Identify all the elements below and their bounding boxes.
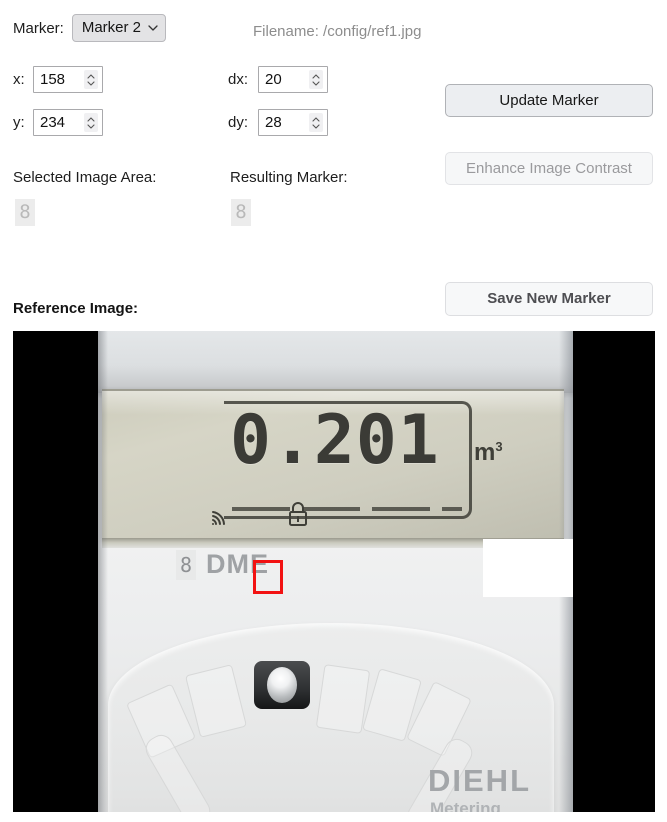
reference-image[interactable]: 0.201 m3 8 DME DIEHL Metering [13, 331, 655, 812]
x-input[interactable]: 158 [33, 66, 103, 93]
update-marker-button[interactable]: Update Marker [445, 84, 653, 117]
reference-image-label: Reference Image: [13, 300, 139, 317]
meter-unit-base: m [474, 439, 496, 466]
signal-icon [210, 509, 234, 527]
marker-selection-rectangle[interactable] [253, 560, 283, 594]
dx-label: dx: [228, 71, 249, 88]
dy-value: 28 [265, 114, 282, 131]
filename-text: Filename: /config/ref1.jpg [253, 23, 422, 40]
app-root: Marker: Marker 2 Filename: /config/ref1.… [0, 0, 667, 822]
chevron-down-icon [148, 23, 158, 32]
selected-image-area-label: Selected Image Area: [13, 169, 157, 186]
y-label: y: [13, 114, 25, 131]
enhance-image-contrast-button[interactable]: Enhance Image Contrast [445, 152, 653, 185]
dx-value: 20 [265, 71, 282, 88]
selected-image-area-digit: 8 [19, 201, 31, 223]
led-sensor-housing [254, 661, 310, 709]
y-value: 234 [40, 114, 66, 131]
meter-unit-exponent: 3 [495, 439, 503, 454]
dx-stepper[interactable] [309, 70, 323, 89]
marker-select-row: Marker: Marker 2 [13, 14, 167, 42]
marker-select[interactable]: Marker 2 [71, 14, 167, 42]
meter-housing-top [98, 331, 573, 393]
lock-icon [287, 501, 309, 527]
led-sensor [267, 667, 297, 703]
lcd-underline-segments [232, 507, 462, 511]
brand-name: DIEHL [428, 763, 531, 798]
resulting-marker-label: Resulting Marker: [230, 169, 348, 186]
y-field-group: y: 234 [13, 109, 103, 136]
y-input[interactable]: 234 [33, 109, 103, 136]
dx-field-group: dx: 20 [228, 66, 328, 93]
selected-image-area-preview: 8 [15, 199, 35, 226]
meter-unit: m3 [474, 439, 503, 467]
dy-label: dy: [228, 114, 249, 131]
dx-input[interactable]: 20 [258, 66, 328, 93]
resulting-marker-digit: 8 [235, 201, 247, 223]
y-stepper[interactable] [84, 113, 98, 132]
brand-subtitle: Metering [430, 799, 501, 812]
x-stepper[interactable] [84, 70, 98, 89]
photo-left-shadow [98, 331, 108, 812]
dy-input[interactable]: 28 [258, 109, 328, 136]
lcd-bezel: 0.201 m3 [102, 389, 564, 548]
meter-photo: 0.201 m3 8 DME DIEHL Metering [98, 331, 573, 812]
lcd-screen: 0.201 m3 [102, 391, 564, 539]
x-field-group: x: 158 [13, 66, 103, 93]
x-label: x: [13, 71, 25, 88]
x-value: 158 [40, 71, 66, 88]
save-new-marker-button[interactable]: Save New Marker [445, 282, 653, 316]
white-overlay-block-2 [483, 539, 573, 569]
marker-label: Marker: [13, 19, 64, 37]
meter-badge-digit: 8 [176, 549, 196, 580]
marker-select-value: Marker 2 [81, 19, 142, 36]
meter-reading-value: 0.201 [230, 401, 440, 480]
resulting-marker-preview: 8 [231, 199, 251, 226]
dy-stepper[interactable] [309, 113, 323, 132]
dy-field-group: dy: 28 [228, 109, 328, 136]
